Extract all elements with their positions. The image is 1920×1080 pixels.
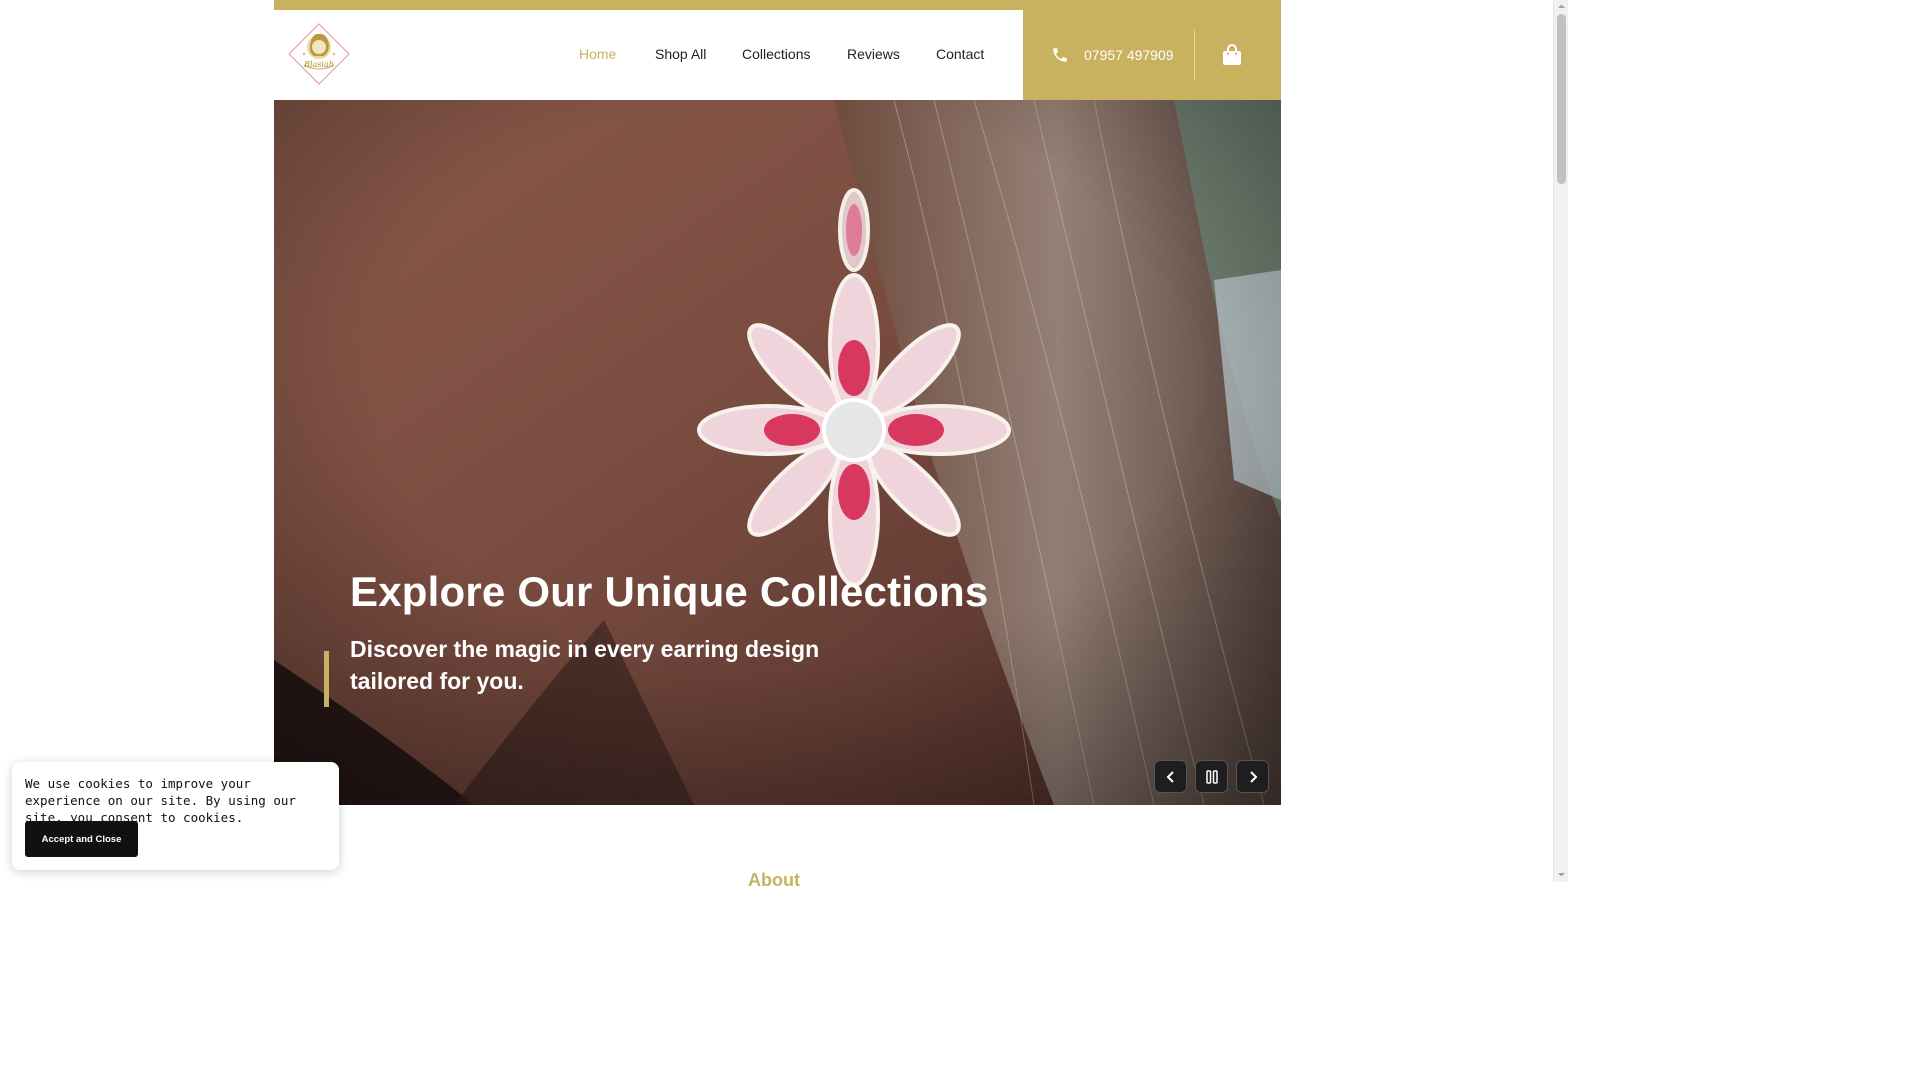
hero-accent-bar: [324, 651, 329, 707]
page-container: Blasiah Home Shop All Collections Review…: [274, 0, 1281, 890]
scroll-up-icon[interactable]: [1557, 2, 1566, 11]
panel-divider: [1194, 30, 1195, 80]
scroll-down-icon[interactable]: [1557, 870, 1566, 879]
hero-title: Explore Our Unique Collections: [350, 568, 989, 615]
nav-shop-all[interactable]: Shop All: [655, 46, 706, 62]
hero-slider: Explore Our Unique Collections Discover …: [274, 100, 1281, 805]
hero-image: [274, 100, 1281, 805]
chevron-right-icon: [1250, 771, 1258, 783]
nav-reviews[interactable]: Reviews: [847, 46, 900, 62]
shopping-bag-icon[interactable]: [1222, 44, 1242, 66]
phone-icon: [1053, 48, 1067, 62]
slider-next-button[interactable]: [1236, 760, 1269, 793]
slider-prev-button[interactable]: [1154, 760, 1187, 793]
about-heading: About: [748, 870, 800, 890]
hero-subtitle: Discover the magic in every earring desi…: [350, 636, 820, 694]
chevron-left-icon: [1166, 771, 1174, 783]
nav-home[interactable]: Home: [579, 46, 616, 62]
cookie-text: We use cookies to improve your experienc…: [25, 776, 296, 825]
brand-logo[interactable]: Blasiah: [288, 23, 350, 85]
site-header: Blasiah Home Shop All Collections Review…: [274, 0, 1281, 110]
phone-number[interactable]: 07957 497909: [1084, 47, 1174, 63]
svg-text:Blasiah: Blasiah: [303, 60, 334, 69]
slider-pause-button[interactable]: [1195, 760, 1228, 793]
accept-cookies-button[interactable]: Accept and Close: [25, 821, 138, 857]
contact-panel: 07957 497909: [1023, 0, 1281, 110]
scroll-thumb[interactable]: [1557, 14, 1566, 184]
page-scrollbar[interactable]: [1553, 0, 1568, 882]
nav-collections[interactable]: Collections: [742, 46, 810, 62]
cookie-banner: We use cookies to improve your experienc…: [12, 762, 339, 870]
nav-contact[interactable]: Contact: [936, 46, 984, 62]
pause-icon: [1206, 770, 1218, 784]
